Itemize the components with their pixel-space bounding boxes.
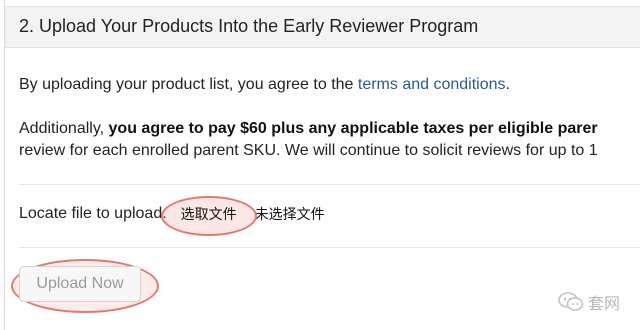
additional-terms-line2: review for each enrolled parent SKU. We …: [19, 142, 598, 159]
choose-file-button[interactable]: 选取文件: [160, 196, 257, 236]
section-header: 2. Upload Your Products Into the Early R…: [5, 6, 640, 48]
file-locate-row: Locate file to upload: 选取文件 未选择文件: [19, 196, 325, 236]
watermark: 套网: [558, 290, 620, 314]
additional-terms-line1: Additionally, you agree to pay $60 plus …: [19, 120, 598, 138]
divider: [19, 247, 640, 248]
terms-link[interactable]: terms and conditions: [358, 76, 506, 93]
no-file-status: 未选择文件: [254, 206, 325, 222]
locate-label: Locate file to upload:: [19, 205, 167, 222]
upload-panel: 2. Upload Your Products Into the Early R…: [4, 0, 640, 330]
wechat-icon: [558, 292, 584, 312]
upload-now-button[interactable]: Upload Now: [19, 266, 141, 302]
agreement-suffix: .: [505, 76, 510, 93]
additional-lead: Additionally,: [19, 120, 109, 137]
agreement-prefix: By uploading your product list, you agre…: [19, 76, 358, 93]
choose-file-label: 选取文件: [180, 206, 237, 222]
watermark-text: 套网: [588, 296, 621, 313]
divider: [19, 184, 640, 185]
agreement-text: By uploading your product list, you agre…: [19, 76, 510, 94]
section-title: 2. Upload Your Products Into the Early R…: [19, 16, 479, 36]
fee-statement: you agree to pay $60 plus any applicable…: [108, 120, 598, 137]
